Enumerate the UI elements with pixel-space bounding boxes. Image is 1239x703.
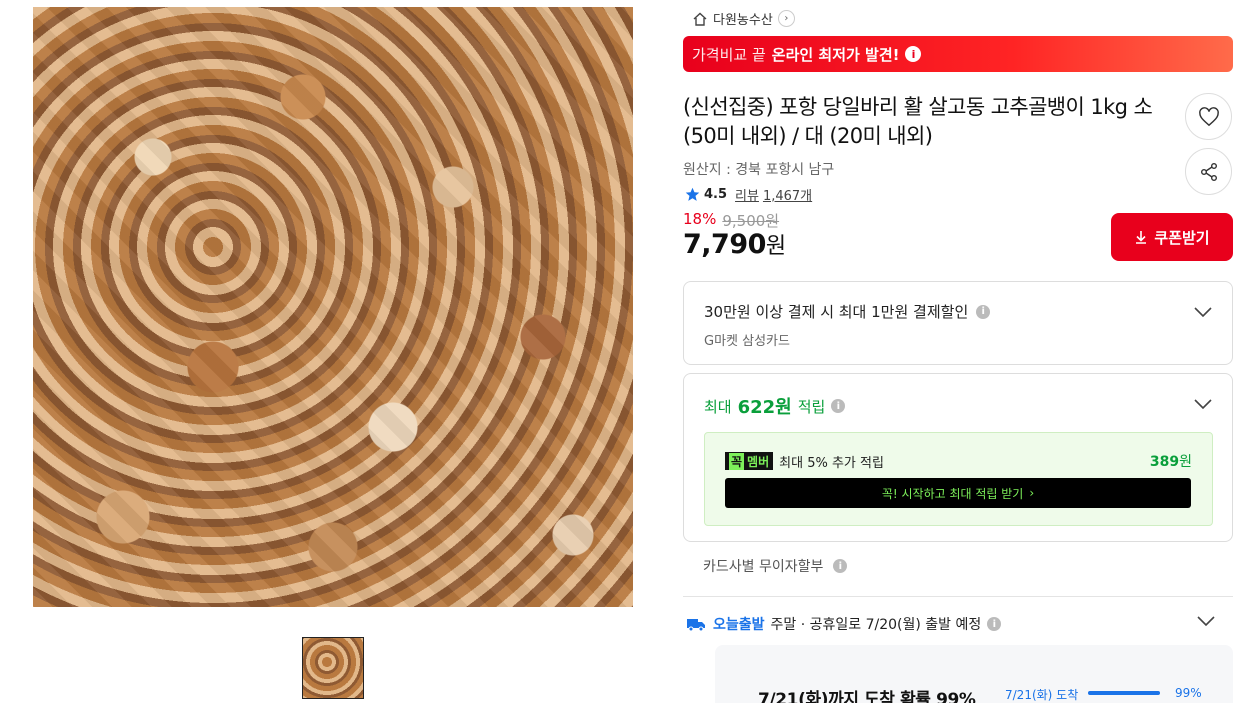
product-thumbnail[interactable] xyxy=(302,637,364,699)
coupon-button[interactable]: 쿠폰받기 xyxy=(1111,213,1233,261)
chevron-right-icon: › xyxy=(777,10,795,27)
lowest-price-banner[interactable]: 가격비교 끝 온라인 최저가 발견! i xyxy=(683,36,1233,72)
points-card[interactable]: 최대 622원 적립 i 꼭 멤버 최대 5% 추가 적립 389원 꼭! 시작하… xyxy=(683,373,1233,542)
today-ship-badge: 오늘출발 xyxy=(713,617,765,633)
truck-icon xyxy=(687,619,705,632)
chevron-down-icon[interactable] xyxy=(1197,615,1215,627)
home-icon xyxy=(693,12,707,26)
member-benefit-text: 최대 5% 추가 적립 xyxy=(779,455,884,471)
image-texture xyxy=(33,7,633,607)
share-button[interactable] xyxy=(1185,148,1232,195)
payment-discount-title-row: 30만원 이상 결제 시 최대 1만원 결제할인 i xyxy=(704,301,991,322)
arrival-probability-text: 7/21(화)까지 도착 확률 99% xyxy=(758,690,976,703)
member-benefit-box: 꼭 멤버 최대 5% 추가 적립 389원 꼭! 시작하고 최대 적립 받기 › xyxy=(704,432,1213,526)
payment-discount-card[interactable]: 30만원 이상 결제 시 최대 1만원 결제할인 i G마켓 삼성카드 xyxy=(683,281,1233,365)
installment-row[interactable]: 카드사별 무이자할부 i xyxy=(703,556,848,576)
arrival-probability-pct: 99% xyxy=(1175,686,1202,700)
chevron-down-icon[interactable] xyxy=(1194,306,1212,318)
rating-row[interactable]: 4.5 리뷰 1,467개 xyxy=(685,185,812,204)
member-benefit-amount: 389원 xyxy=(1150,451,1192,471)
arrival-date-small: 7/21(화) 도착 xyxy=(1005,688,1079,702)
member-badge-mark: 꼭 xyxy=(729,452,745,470)
origin-label: 원산지 : 경북 포항시 남구 xyxy=(683,162,835,178)
promo-highlight: 온라인 최저가 발견! xyxy=(771,45,900,64)
store-name: 다원농수산 xyxy=(713,13,773,28)
member-amount-unit: 원 xyxy=(1179,454,1192,470)
member-benefit-row: 꼭 멤버 최대 5% 추가 적립 389원 xyxy=(725,451,1192,471)
points-suffix: 적립 xyxy=(797,397,826,416)
member-signup-button[interactable]: 꼭! 시작하고 최대 적립 받기 › xyxy=(725,478,1191,508)
payment-discount-title: 30만원 이상 결제 시 최대 1만원 결제할인 xyxy=(704,303,969,321)
payment-discount-subtitle: G마켓 삼성카드 xyxy=(704,334,790,349)
member-badge-label: 멤버 xyxy=(747,454,770,469)
member-amount-value: 389 xyxy=(1149,454,1180,470)
points-prefix: 최대 xyxy=(704,397,732,416)
product-main-image[interactable] xyxy=(33,7,633,607)
info-icon[interactable]: i xyxy=(833,559,848,573)
review-count[interactable]: 1,467개 xyxy=(763,185,812,204)
promo-prefix: 가격비교 끝 xyxy=(692,45,766,64)
points-title-row: 최대 622원 적립 i xyxy=(704,393,846,419)
chevron-down-icon[interactable] xyxy=(1194,398,1212,410)
download-icon xyxy=(1136,231,1147,244)
member-cta-label: 꼭! 시작하고 최대 적립 받기 xyxy=(881,486,1024,501)
installment-label: 카드사별 무이자할부 xyxy=(703,559,824,575)
section-divider xyxy=(683,596,1233,597)
price-value: 7,790 xyxy=(683,229,766,260)
info-icon[interactable]: i xyxy=(905,46,922,62)
arrival-probability-bar xyxy=(1088,691,1160,695)
share-icon xyxy=(1200,162,1217,181)
coupon-label: 쿠폰받기 xyxy=(1154,228,1210,247)
delivery-row[interactable]: 오늘출발 주말 · 공휴일로 7/20(월) 출발 예정 i xyxy=(685,614,1002,634)
arrival-probability-box: 7/21(화)까지 도착 확률 99% 7/21(화) 도착 99% xyxy=(715,645,1233,703)
price-unit: 원 xyxy=(765,234,786,259)
heart-icon xyxy=(1198,106,1219,126)
rating-score: 4.5 xyxy=(704,187,728,202)
favorite-button[interactable] xyxy=(1185,93,1232,140)
store-link[interactable]: 다원농수산 › xyxy=(692,9,795,28)
star-icon xyxy=(685,187,700,201)
review-label[interactable]: 리뷰 xyxy=(735,185,759,204)
product-title: (신선집중) 포항 당일바리 활 살고동 고추골뱅이 1kg 소 (50미 내외… xyxy=(683,95,1153,148)
chevron-right-icon: › xyxy=(1029,486,1035,500)
info-icon[interactable]: i xyxy=(987,617,1002,631)
delivery-text: 주말 · 공휴일로 7/20(월) 출발 예정 xyxy=(770,617,982,633)
info-icon[interactable]: i xyxy=(976,304,991,319)
points-amount: 622원 xyxy=(737,397,792,418)
info-icon[interactable]: i xyxy=(831,399,846,413)
sale-price: 7,790원 xyxy=(683,228,786,260)
member-badge: 꼭 멤버 xyxy=(725,452,774,470)
